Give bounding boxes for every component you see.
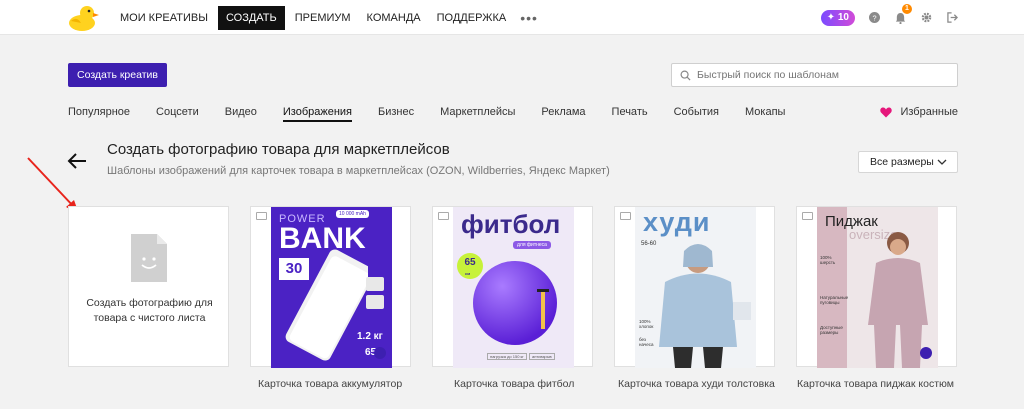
main-nav: МОИ КРЕАТИВЫ СОЗДАТЬ ПРЕМИУМ КОМАНДА ПОД…: [112, 0, 544, 35]
template-thumbnail: POWER 10 000 mAh BANK 30 1.2 кг 65w: [271, 207, 392, 368]
premium-crown-icon: [920, 347, 932, 359]
premium-crown-icon: [374, 347, 386, 359]
nav-create[interactable]: СОЗДАТЬ: [217, 5, 285, 30]
template-caption[interactable]: Карточка товара пиджак костюм: [797, 378, 954, 390]
nav-team[interactable]: КОМАНДА: [359, 6, 429, 30]
powerbank-feature-box: [366, 295, 384, 309]
template-card-blazer[interactable]: Пиджак oversize 100% шерсть Натуральные …: [796, 206, 957, 368]
tab-ads[interactable]: Реклама: [541, 106, 585, 122]
powerbank-weight: 1.2 кг: [357, 331, 383, 342]
fitball-product-image: [473, 261, 557, 345]
powerbank-feature-box: [366, 277, 384, 291]
favorites-link[interactable]: Избранные: [880, 106, 958, 118]
template-type-icon: [802, 212, 813, 220]
create-creative-button[interactable]: Создать креатив: [68, 63, 167, 87]
nav-support[interactable]: ПОДДЕРЖКА: [429, 6, 515, 30]
sizes-dropdown[interactable]: Все размеры: [858, 151, 958, 173]
hoodie-feature-cotton: 100% хлопок: [639, 319, 654, 329]
more-menu-icon[interactable]: •••: [514, 10, 544, 26]
search-box: [671, 63, 958, 87]
search-icon: [680, 70, 691, 81]
bell-icon[interactable]: 1: [893, 3, 912, 25]
template-caption[interactable]: Карточка товара аккумулятор: [258, 378, 402, 390]
sizes-dropdown-value: Все размеры: [870, 156, 934, 168]
favorites-label: Избранные: [900, 106, 958, 118]
heart-icon: [880, 107, 893, 117]
category-tabs: Популярное Соцсети Видео Изображения Биз…: [68, 106, 811, 122]
hoodie-variant-box: [733, 302, 751, 320]
logout-icon[interactable]: [945, 11, 959, 25]
blazer-feature-sizes: Доступные размеры: [820, 325, 843, 335]
powerbank-product-image: [285, 249, 368, 361]
top-navbar: МОИ КРЕАТИВЫ СОЗДАТЬ ПРЕМИУМ КОМАНДА ПОД…: [0, 0, 1024, 35]
template-caption[interactable]: Карточка товара фитбол: [454, 378, 574, 390]
fitball-size-unit: см: [465, 271, 471, 276]
fitball-note-antiburst: антивзрыв: [529, 353, 555, 360]
tab-business[interactable]: Бизнес: [378, 106, 414, 122]
blazer-feature-wool: 100% шерсть: [820, 255, 836, 265]
search-input[interactable]: [697, 69, 947, 81]
template-card-powerbank[interactable]: POWER 10 000 mAh BANK 30 1.2 кг 65w: [250, 206, 411, 368]
gear-icon[interactable]: [919, 11, 933, 25]
blank-template-text: Создать фотографию для товара с чистого …: [86, 297, 213, 324]
template-thumbnail: фитбол для фитнеса 65 см нагрузка до 150…: [453, 207, 574, 368]
page-subtitle: Шаблоны изображений для карточек товара …: [107, 165, 610, 177]
help-icon[interactable]: ?: [867, 11, 881, 25]
page-title: Создать фотографию товара для маркетплей…: [107, 141, 450, 158]
tab-mockups[interactable]: Мокапы: [745, 106, 785, 122]
top-right-tools: ✦ 10 ? 1: [820, 0, 959, 35]
blazer-feature-buttons: Натуральные пуговицы: [820, 295, 849, 305]
svg-text:?: ?: [872, 13, 876, 22]
hoodie-model-image: [659, 244, 737, 368]
nav-premium[interactable]: ПРЕМИУМ: [287, 6, 359, 30]
chevron-down-icon: [937, 159, 947, 165]
template-thumbnail: Пиджак oversize 100% шерсть Натуральные …: [817, 207, 938, 368]
tab-popular[interactable]: Популярное: [68, 106, 130, 122]
fitball-note-load: нагрузка до 150 кг: [487, 353, 527, 360]
template-thumbnail: худи 56-60 100% хлопок без начеса: [635, 207, 756, 368]
tab-events[interactable]: События: [674, 106, 719, 122]
template-card-hoodie[interactable]: худи 56-60 100% хлопок без начеса: [614, 206, 775, 368]
hoodie-feature-fleece: без начеса: [639, 337, 654, 347]
tab-marketplaces[interactable]: Маркетплейсы: [440, 106, 515, 122]
blank-page-icon: [131, 234, 167, 282]
coins-badge[interactable]: ✦ 10: [820, 9, 855, 26]
tab-social[interactable]: Соцсети: [156, 106, 199, 122]
nav-my-creatives[interactable]: МОИ КРЕАТИВЫ: [112, 6, 216, 30]
template-caption[interactable]: Карточка товара худи толстовка: [618, 378, 775, 390]
template-type-icon: [620, 212, 631, 220]
tab-print[interactable]: Печать: [612, 106, 648, 122]
notification-count: 1: [902, 3, 912, 14]
powerbank-tag: 10 000 mAh: [336, 210, 369, 218]
template-type-icon: [256, 212, 267, 220]
tab-images[interactable]: Изображения: [282, 106, 353, 122]
blank-template-card[interactable]: Создать фотографию для товара с чистого …: [68, 206, 229, 367]
blazer-side-panel: [817, 207, 847, 368]
template-card-fitball[interactable]: фитбол для фитнеса 65 см нагрузка до 150…: [432, 206, 593, 368]
fitball-title: фитбол: [461, 209, 561, 239]
hoodie-title: худи: [643, 207, 711, 237]
coins-count: 10: [837, 11, 849, 23]
duck-logo-icon[interactable]: [67, 4, 99, 32]
tab-video[interactable]: Видео: [225, 106, 257, 122]
template-type-icon: [438, 212, 449, 220]
fitball-tag: для фитнеса: [513, 241, 551, 249]
